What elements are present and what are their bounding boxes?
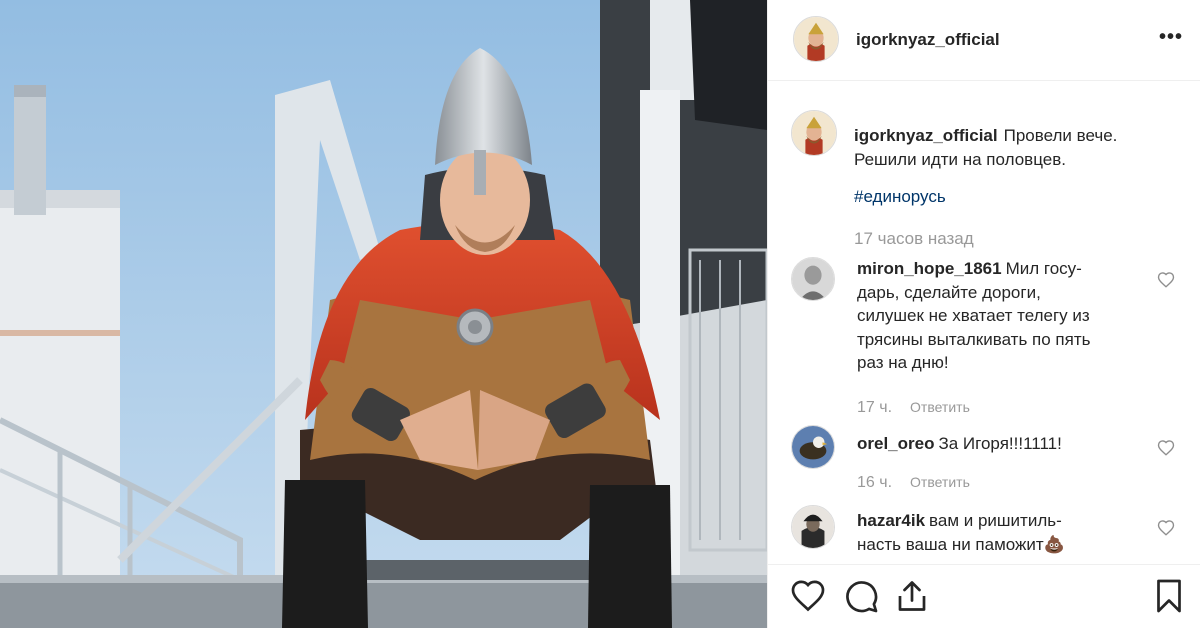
heart-icon[interactable] xyxy=(1157,519,1175,537)
more-icon[interactable]: ••• xyxy=(1159,26,1183,49)
action-bar xyxy=(768,564,1200,628)
share-icon xyxy=(898,581,926,611)
post-caption: igorknyaz_official Провели вече. Решили и… xyxy=(854,124,1184,172)
avatar[interactable] xyxy=(791,425,835,469)
caption-username[interactable]: igorknyaz_official xyxy=(854,126,998,145)
photo-illustration xyxy=(0,0,767,628)
hashtag-link[interactable]: #единорусь xyxy=(854,187,946,207)
reply-button[interactable]: Ответить xyxy=(910,399,970,415)
comment-body: hazar4ik вам и ришитиль­насть ваша ни пам… xyxy=(857,509,1097,556)
comment-text: За Игоря!!!1111! xyxy=(938,434,1062,453)
eagle-avatar-icon xyxy=(792,426,834,468)
reply-button[interactable]: Ответить xyxy=(910,474,970,490)
comment-body: miron_hope_1861 Мил госу­дарь, сделайте д… xyxy=(857,257,1097,375)
bookmark-icon xyxy=(1157,579,1181,613)
comment-meta: 16 ч. Ответить xyxy=(857,474,970,492)
heart-icon[interactable] xyxy=(1157,439,1175,457)
comment-username[interactable]: orel_oreo xyxy=(857,434,934,453)
comment-username[interactable]: miron_hope_1861 xyxy=(857,259,1002,278)
post-timestamp[interactable]: 17 часов назад xyxy=(854,229,974,249)
comment-icon xyxy=(846,581,878,613)
post-header: igorknyaz_official ••• xyxy=(768,0,1200,81)
header-username[interactable]: igorknyaz_official xyxy=(856,30,1000,50)
commenter-portrait-icon xyxy=(792,258,834,300)
comment-time[interactable]: 16 ч. xyxy=(857,474,892,491)
share-button[interactable] xyxy=(894,578,930,614)
avatar[interactable] xyxy=(791,110,837,156)
avatar[interactable] xyxy=(791,505,835,549)
avatar[interactable] xyxy=(793,16,839,62)
heart-icon[interactable] xyxy=(1157,271,1175,289)
heart-icon xyxy=(791,580,825,612)
comment-button[interactable] xyxy=(843,578,879,614)
prince-portrait-icon xyxy=(794,17,838,61)
comment-meta: 17 ч. Ответить xyxy=(857,399,970,417)
comment-time[interactable]: 17 ч. xyxy=(857,399,892,416)
comment-username[interactable]: hazar4ik xyxy=(857,511,925,530)
post-sidebar: igorknyaz_official ••• igorknyaz_officia… xyxy=(767,0,1200,628)
warrior-avatar-icon xyxy=(792,506,834,548)
post-photo[interactable] xyxy=(0,0,767,628)
save-button[interactable] xyxy=(1151,578,1187,614)
prince-portrait-icon xyxy=(792,111,836,155)
avatar[interactable] xyxy=(791,257,835,301)
like-button[interactable] xyxy=(790,578,826,614)
comment-body: orel_oreo За Игоря!!!1111! xyxy=(857,432,1097,456)
